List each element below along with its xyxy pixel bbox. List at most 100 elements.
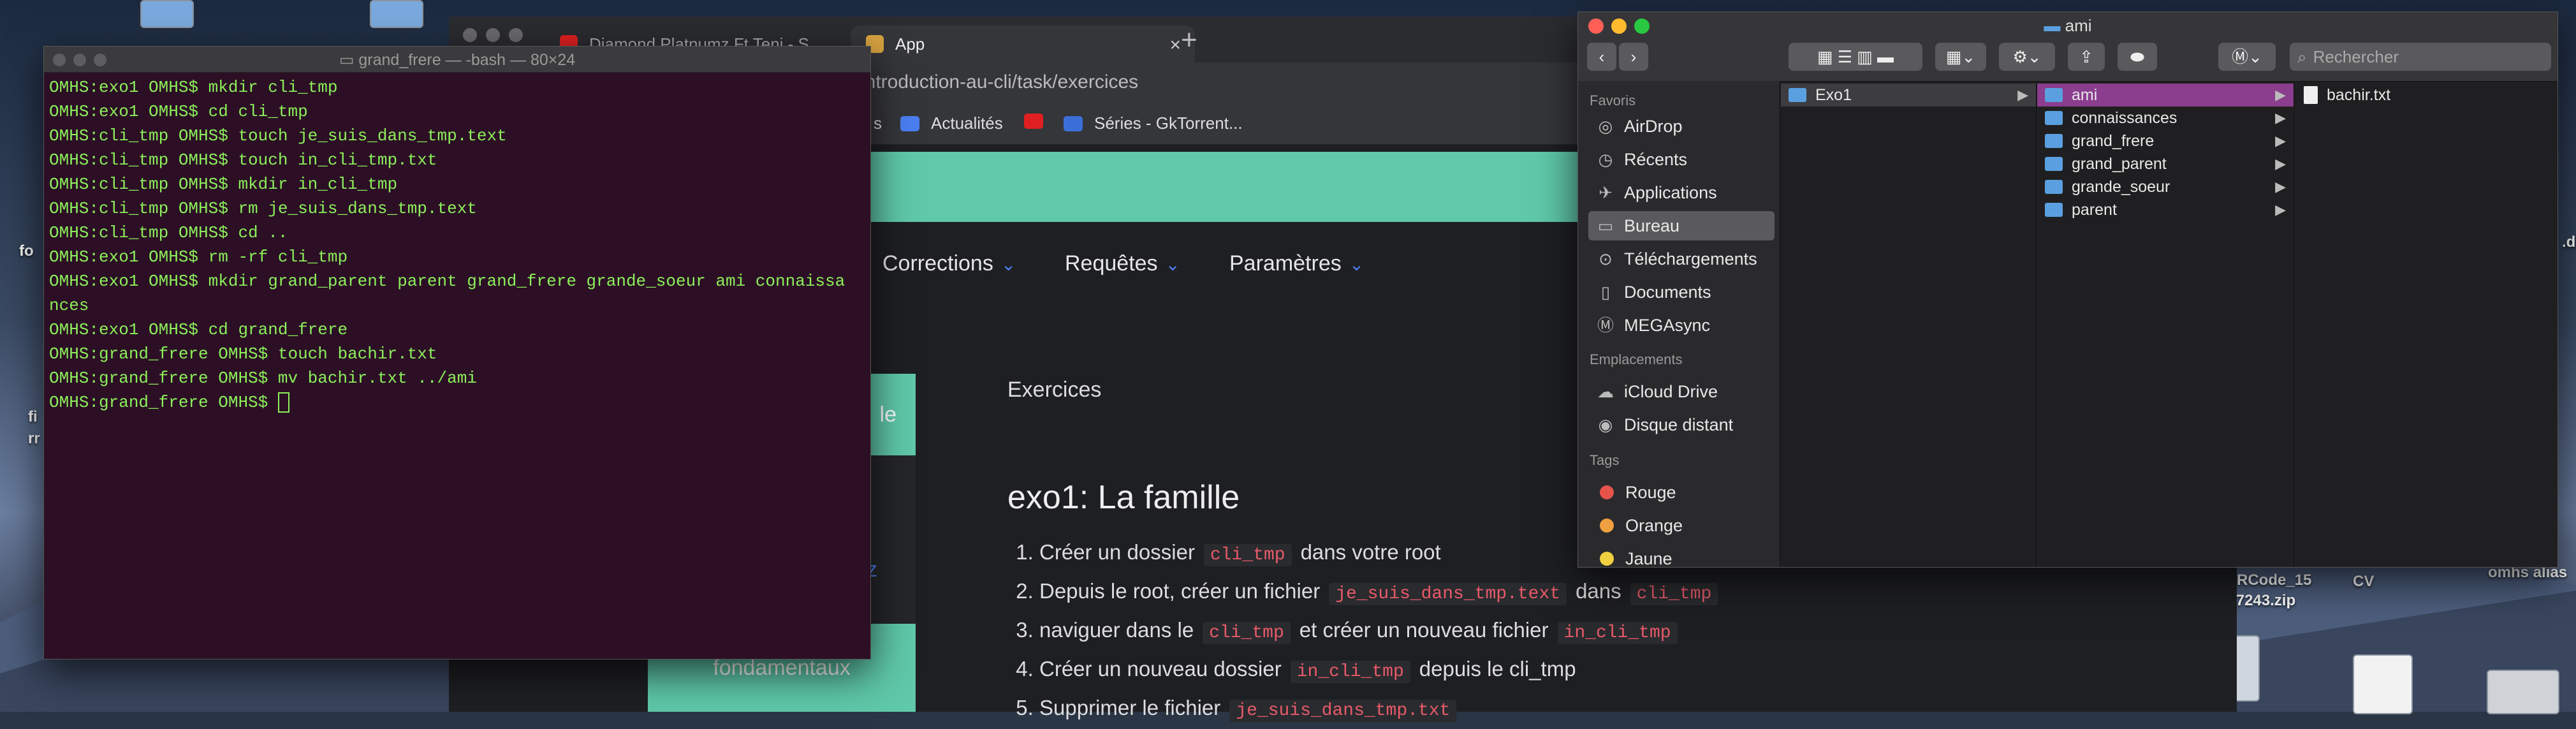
document-icon: ▯ (1600, 283, 1611, 302)
chevron-right-icon: ▶ (2275, 179, 2286, 195)
terminal-prompt: OMHS:grand_frere OMHS$ (49, 393, 278, 412)
finder-column-2: ami ▶ connaissances ▶ grand_frere ▶ grand_p… (2037, 81, 2294, 567)
finder-row-ami[interactable]: ami ▶ (2037, 84, 2294, 107)
url-text[interactable]: introduction-au-cli/task/exercices (861, 71, 1138, 93)
applications-icon: ✈ (1599, 183, 1613, 202)
terminal-line: OMHS:exo1 OMHS$ mkdir grand_parent paren… (49, 272, 845, 291)
desktop-label[interactable]: fo (19, 242, 34, 260)
gear-icon[interactable]: ⚙⌄ (1999, 43, 2055, 71)
finder-row-exo1[interactable]: Exo1 ▶ (1781, 84, 2036, 107)
finder-row-bachir[interactable]: bachir.txt (2295, 84, 2558, 107)
step-code: cli_tmp (1203, 544, 1292, 566)
folder-icon[interactable] (370, 0, 423, 28)
terminal-line: OMHS:cli_tmp OMHS$ mkdir in_cli_tmp (49, 175, 398, 194)
sidebar-item-applications[interactable]: ✈ Applications (1588, 178, 1775, 207)
step-item: Créer un nouveau dossier in_cli_tmp depuis… (1039, 651, 1727, 690)
desktop-label[interactable]: rr (28, 430, 40, 448)
desktop-label[interactable]: .d (2562, 233, 2575, 251)
sidebar-item-disque-distant[interactable]: ◉ Disque distant (1588, 410, 1775, 439)
minimize-window-button[interactable] (486, 28, 500, 42)
search-placeholder: Rechercher (2313, 47, 2399, 66)
back-button[interactable]: ‹ (1587, 43, 1616, 71)
finder-row-label: Exo1 (1815, 85, 1852, 104)
sidebar-item-airdrop[interactable]: ◎ AirDrop (1588, 112, 1775, 141)
step-code: je_suis_dans_tmp.txt (1229, 700, 1457, 722)
sidebar-item-megasync[interactable]: Ⓜ MEGAsync (1588, 311, 1775, 340)
sidebar-item-documents[interactable]: ▯ Documents (1588, 277, 1775, 307)
step-text: dans votre root (1300, 540, 1441, 564)
group-button[interactable]: ▦⌄ (1935, 43, 1986, 71)
desktop-label[interactable]: fi (28, 408, 38, 426)
finder-column-3: bachir.txt (2295, 81, 2558, 567)
chevron-down-icon: ⌄ (1000, 254, 1016, 274)
folder-icon[interactable] (140, 0, 194, 28)
bookmark-youtube[interactable] (1024, 114, 1055, 129)
chevron-right-icon: ▶ (2275, 133, 2286, 149)
terminal-output[interactable]: OMHS:exo1 OMHS$ mkdir cli_tmp OMHS:exo1 … (44, 73, 870, 417)
share-icon[interactable]: ⇪ (2068, 43, 2105, 71)
step-text: Supprimer le fichier (1039, 696, 1221, 719)
finder-row-label: ami (2072, 85, 2098, 104)
sidebar-item-label: Jaune (1625, 549, 1672, 568)
sidebar-item-recents[interactable]: ◷ Récents (1588, 145, 1775, 174)
sidebar-tag-jaune[interactable]: Jaune (1588, 544, 1775, 568)
mega-icon[interactable]: Ⓜ⌄ (2218, 43, 2276, 71)
forward-button[interactable]: › (1619, 43, 1648, 71)
bookmark-label: Actualités (931, 114, 1003, 133)
download-icon: ⊙ (1599, 249, 1613, 269)
finder-row-grand-parent[interactable]: grand_parent ▶ (2037, 152, 2294, 175)
nav-parametres[interactable]: Paramètres ⌄ (1229, 251, 1364, 276)
finder-title-text: ami (2065, 16, 2092, 35)
step-text: Créer un nouveau dossier (1039, 657, 1282, 681)
document-icon[interactable] (2353, 654, 2413, 714)
nav-corrections[interactable]: Corrections ⌄ (882, 251, 1016, 276)
view-mode-segmented[interactable]: ▦ ☰ ▥ ▬ (1789, 43, 1922, 71)
bookmark-actualites[interactable]: Actualités (900, 114, 1003, 133)
sidebar-item-label: Disque distant (1624, 415, 1734, 434)
screenshot-icon[interactable] (2487, 670, 2559, 714)
new-tab-button[interactable]: + (1181, 24, 1197, 56)
finder-row-parent[interactable]: parent ▶ (2037, 198, 2294, 221)
tab-app[interactable]: App × (851, 26, 1195, 63)
close-window-button[interactable] (463, 28, 477, 42)
desktop-label[interactable]: CV (2353, 573, 2374, 591)
finder-row-label: grande_soeur (2072, 177, 2170, 196)
sidebar-item-label: Bureau (1624, 216, 1680, 235)
nav-requetes[interactable]: Requêtes ⌄ (1065, 251, 1180, 276)
mega-icon: Ⓜ (1597, 316, 1614, 335)
sidebar-item-label: Récents (1624, 149, 1688, 169)
bookmark-item[interactable]: s (874, 114, 882, 133)
sidebar-item-label: Téléchargements (1624, 249, 1757, 269)
sidebar-tag-rouge[interactable]: Rouge (1588, 478, 1775, 507)
finder-row-grande-soeur[interactable]: grande_soeur ▶ (2037, 175, 2294, 198)
terminal-window[interactable]: ▭ grand_frere — -bash — 80×24 OMHS:exo1 … (43, 46, 871, 659)
terminal-prompt-line[interactable]: OMHS:grand_frere OMHS$ (49, 390, 865, 415)
tag-dot-icon (1600, 519, 1614, 533)
finder-row-label: bachir.txt (2327, 85, 2391, 104)
bookmark-label: s (874, 114, 882, 133)
sidebar-item-bureau[interactable]: ▭ Bureau (1588, 211, 1775, 240)
folder-icon (2045, 134, 2063, 148)
close-tab-icon[interactable]: × (1169, 34, 1181, 56)
bookmark-series[interactable]: Séries - GkTorrent... (1064, 114, 1243, 133)
sidebar-item-telechargements[interactable]: ⊙ Téléchargements (1588, 244, 1775, 274)
terminal-line: nces (49, 296, 89, 315)
tag-icon[interactable]: ⬬ (2118, 43, 2157, 71)
step-text: Créer un dossier (1039, 540, 1195, 564)
nav-label: Requêtes (1065, 251, 1158, 276)
nav-label: Corrections (882, 251, 993, 276)
sidebar-item-label: iCloud Drive (1624, 381, 1718, 401)
zoom-window-button[interactable] (509, 28, 523, 42)
finder-row-grand-frere[interactable]: grand_frere ▶ (2037, 129, 2294, 152)
step-item: Depuis le root, créer un fichier je_suis_… (1039, 573, 1727, 612)
sidebar-item-icloud[interactable]: ☁ iCloud Drive (1588, 377, 1775, 406)
step-code: cli_tmp (1630, 583, 1718, 605)
sidebar-tag-orange[interactable]: Orange (1588, 511, 1775, 540)
step-item: Supprimer le fichier je_suis_dans_tmp.txt (1039, 690, 1727, 729)
finder-row-connaissances[interactable]: connaissances ▶ (2037, 107, 2294, 129)
finder-row-label: grand_frere (2072, 131, 2155, 150)
sidebar-card-label: le (879, 402, 896, 427)
terminal-titlebar[interactable]: ▭ grand_frere — -bash — 80×24 (44, 47, 870, 73)
search-input[interactable]: ⌕ Rechercher (2290, 43, 2551, 71)
cloud-icon: ☁ (1597, 382, 1614, 401)
